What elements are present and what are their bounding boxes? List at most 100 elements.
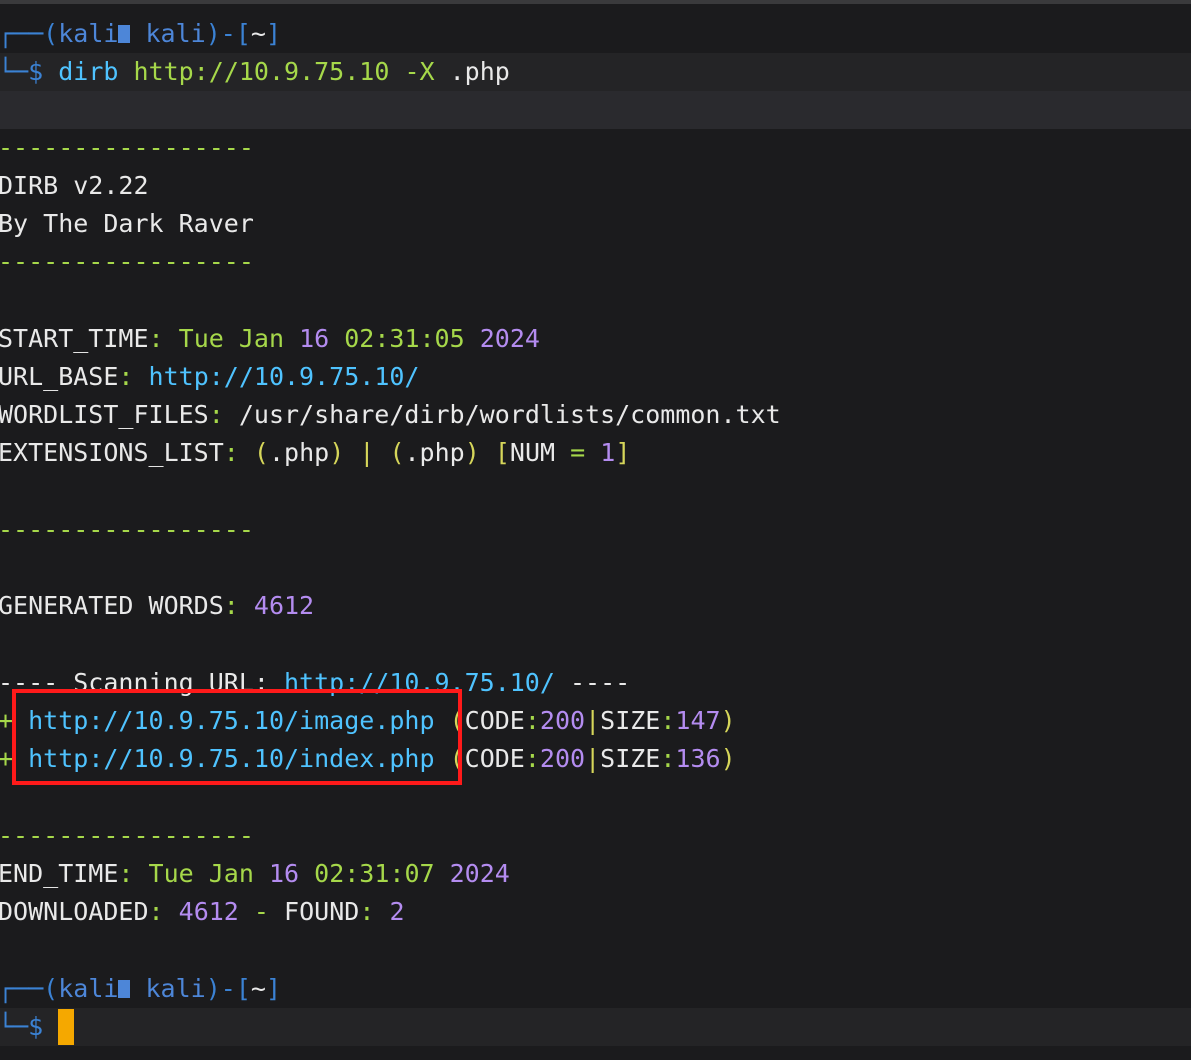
start-time-clock: 02:31:05 bbox=[344, 324, 465, 353]
bracket: [ bbox=[494, 438, 510, 467]
scanning-suffix: ---- bbox=[554, 668, 631, 697]
prompt-box-top: ┌──( bbox=[0, 974, 59, 1003]
prompt-dir: ~ bbox=[250, 19, 266, 48]
command-ext: .php bbox=[449, 57, 510, 86]
extensions-line: EXTENSIONS_LIST: (.php) | (.php) [NUM = … bbox=[0, 434, 630, 472]
end-time-year: 2024 bbox=[449, 859, 510, 888]
prompt-dir: ~ bbox=[250, 974, 266, 1003]
colon: : bbox=[208, 400, 224, 429]
prompt-header-line: ┌──(kali kali)-[~] bbox=[0, 15, 281, 53]
input-line-highlight bbox=[0, 1008, 1191, 1046]
downloaded-line: DOWNLOADED: 4612 - FOUND: 2 bbox=[0, 893, 405, 931]
paren: ) bbox=[720, 706, 736, 735]
colon: : bbox=[660, 706, 676, 735]
paren: ( bbox=[389, 438, 405, 467]
command-flag: -X bbox=[404, 57, 435, 86]
paren: ) bbox=[329, 438, 345, 467]
input-line[interactable]: └─$ bbox=[0, 1008, 43, 1046]
start-time-date: 16 bbox=[299, 324, 330, 353]
prompt-box-mid: )-[ bbox=[205, 19, 251, 48]
pipe: | bbox=[359, 438, 375, 467]
prompt-box-end: ] bbox=[265, 19, 281, 48]
size-label: SIZE bbox=[600, 706, 661, 735]
url-base-value: http://10.9.75.10/ bbox=[148, 362, 420, 391]
prompt-user: kali bbox=[58, 19, 119, 48]
downloaded-value: 4612 bbox=[178, 897, 239, 926]
end-time-line: END_TIME: Tue Jan 16 02:31:07 2024 bbox=[0, 855, 510, 893]
wordlist-value: /usr/share/dirb/wordlists/common.txt bbox=[238, 400, 781, 429]
colon: : bbox=[223, 591, 239, 620]
generated-label: GENERATED WORDS bbox=[0, 591, 224, 620]
prompt-box-end: ] bbox=[265, 974, 281, 1003]
bracket: ] bbox=[615, 438, 631, 467]
separator-line: ----------------- bbox=[0, 133, 254, 162]
pipe: | bbox=[585, 744, 601, 773]
colon: : bbox=[524, 706, 540, 735]
dirb-author: By The Dark Raver bbox=[0, 209, 254, 238]
url-base-line: URL_BASE: http://10.9.75.10/ bbox=[0, 358, 419, 396]
kali-skull-icon bbox=[118, 25, 131, 43]
prompt-box-top: ┌──( bbox=[0, 19, 59, 48]
size-value: 136 bbox=[675, 744, 721, 773]
empty-highlight-line bbox=[0, 91, 1191, 129]
dirb-title: DIRB v2.22 bbox=[0, 171, 149, 200]
prompt-user: kali bbox=[58, 974, 119, 1003]
found-value: 2 bbox=[389, 897, 405, 926]
prompt-dollar: $ bbox=[28, 1012, 44, 1041]
size-label: SIZE bbox=[600, 744, 661, 773]
downloaded-label: DOWNLOADED bbox=[0, 897, 149, 926]
code-value: 200 bbox=[539, 706, 586, 735]
colon: : bbox=[359, 897, 375, 926]
separator-line: ----------------- bbox=[0, 821, 254, 850]
code-label: CODE bbox=[464, 706, 525, 735]
ext1: .php bbox=[268, 438, 330, 467]
wordlist-line: WORDLIST_FILES: /usr/share/dirb/wordlist… bbox=[0, 396, 781, 434]
equals: = bbox=[570, 438, 586, 467]
colon: : bbox=[524, 744, 540, 773]
paren: ( bbox=[253, 438, 269, 467]
end-time-date: 16 bbox=[268, 859, 300, 888]
start-time-label: START_TIME bbox=[0, 324, 149, 353]
prompt-box-bottom: └─ bbox=[0, 1012, 29, 1041]
colon: : bbox=[148, 897, 164, 926]
found-label: FOUND bbox=[284, 897, 360, 926]
num-value: 1 bbox=[600, 438, 616, 467]
command-name: dirb bbox=[58, 57, 119, 86]
prompt-box-bottom: └─ bbox=[0, 57, 29, 86]
prompt-header-line: ┌──(kali kali)-[~] bbox=[0, 970, 281, 1008]
command-url: http://10.9.75.10 bbox=[133, 57, 390, 86]
colon: : bbox=[118, 362, 134, 391]
kali-skull-icon bbox=[118, 980, 131, 998]
prompt-host: kali bbox=[145, 19, 206, 48]
separator-line: ----------------- bbox=[0, 515, 254, 544]
url-base-label: URL_BASE bbox=[0, 362, 119, 391]
wordlist-label: WORDLIST_FILES bbox=[0, 400, 209, 429]
code-value: 200 bbox=[539, 744, 586, 773]
colon: : bbox=[118, 859, 134, 888]
paren: ) bbox=[720, 744, 736, 773]
prompt-dollar: $ bbox=[28, 57, 44, 86]
pipe: | bbox=[585, 706, 601, 735]
prompt-host: kali bbox=[145, 974, 206, 1003]
terminal-window[interactable]: ┌──(kali kali)-[~] └─$ dirb http://10.9.… bbox=[0, 0, 1191, 1060]
colon: : bbox=[660, 744, 676, 773]
red-highlight-annotation bbox=[12, 689, 462, 785]
colon: : bbox=[148, 324, 164, 353]
generated-words-line: GENERATED WORDS: 4612 bbox=[0, 587, 314, 625]
start-time-day: Tue Jan bbox=[178, 324, 284, 353]
colon: : bbox=[223, 438, 239, 467]
end-time-day: Tue Jan bbox=[148, 859, 254, 888]
terminal-top-border bbox=[0, 0, 1191, 4]
end-time-label: END_TIME bbox=[0, 859, 119, 888]
end-time-clock: 02:31:07 bbox=[314, 859, 435, 888]
dash: - bbox=[253, 897, 269, 926]
code-label: CODE bbox=[464, 744, 525, 773]
num-label: NUM bbox=[509, 438, 556, 467]
generated-value: 4612 bbox=[253, 591, 315, 620]
ext2: .php bbox=[404, 438, 465, 467]
prompt-box-mid: )-[ bbox=[205, 974, 251, 1003]
command-line: └─$ dirb http://10.9.75.10 -X .php bbox=[0, 53, 510, 91]
start-time-line: START_TIME: Tue Jan 16 02:31:05 2024 bbox=[0, 320, 540, 358]
paren: ) bbox=[464, 438, 480, 467]
size-value: 147 bbox=[675, 706, 721, 735]
